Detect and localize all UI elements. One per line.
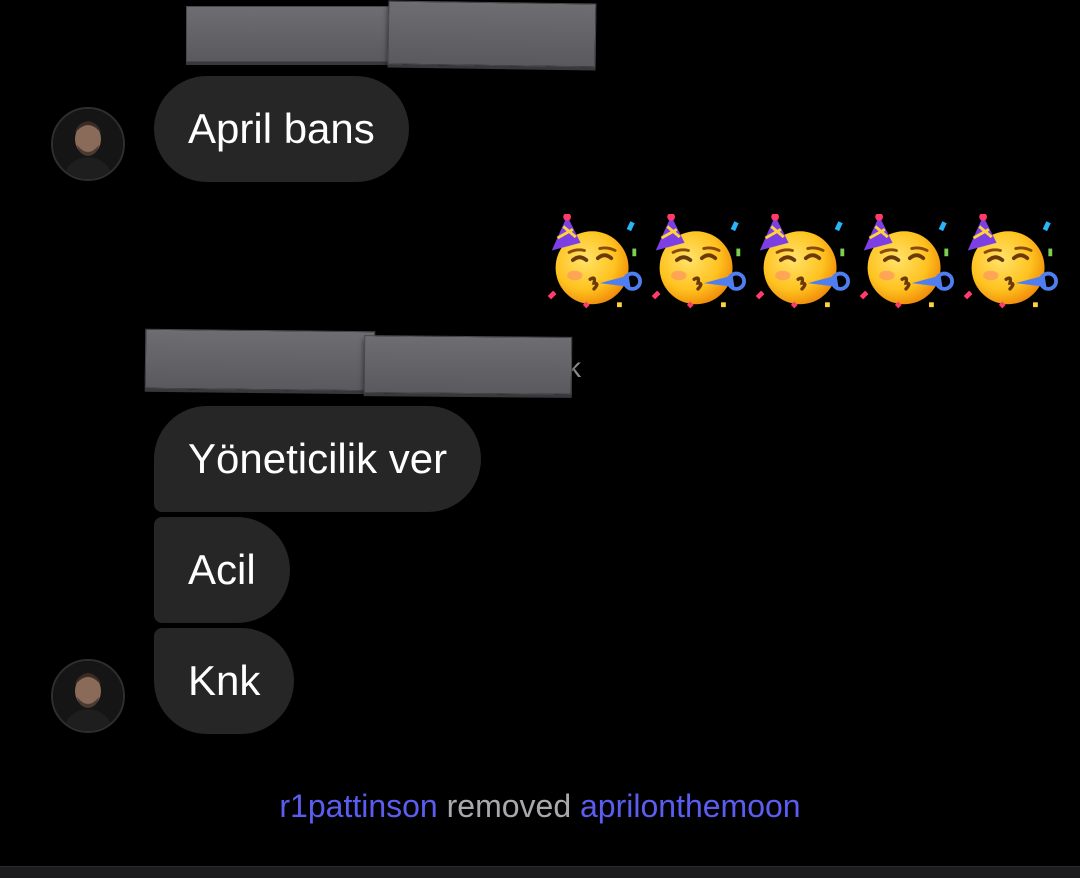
redacted-sender-mid-a xyxy=(144,328,376,392)
partying-face-icon xyxy=(963,214,1058,309)
message-bubble[interactable]: April bans xyxy=(154,76,409,182)
composer-bar-edge xyxy=(0,866,1080,878)
avatar-photo-icon xyxy=(53,109,123,179)
redacted-sender-mid-b xyxy=(363,335,573,395)
partying-face-icon xyxy=(859,214,954,309)
sender-avatar[interactable] xyxy=(51,107,125,181)
actor-username-link[interactable]: r1pattinson xyxy=(279,788,437,824)
partying-face-icon xyxy=(547,214,642,309)
avatar-photo-icon xyxy=(53,661,123,731)
message-text: Acil xyxy=(188,546,256,593)
message-bubble[interactable]: Yöneticilik ver xyxy=(154,406,482,512)
target-username-link[interactable]: aprilonthemoon xyxy=(580,788,801,824)
sender-avatar[interactable] xyxy=(51,659,125,733)
message-bubble[interactable]: Acil xyxy=(154,517,290,623)
redacted-sender-top-a xyxy=(186,6,392,62)
partying-face-icon xyxy=(755,214,850,309)
partying-face-icon xyxy=(651,214,746,309)
system-message: r1pattinson removed aprilonthemoon xyxy=(0,788,1080,825)
message-text: April bans xyxy=(188,105,375,152)
redacted-sender-top-b xyxy=(387,0,597,68)
message-bubble[interactable]: Knk xyxy=(154,628,295,734)
system-action-text: removed xyxy=(446,788,572,824)
message-text: Knk xyxy=(188,657,261,704)
emoji-message[interactable] xyxy=(546,214,1058,310)
message-text: Yöneticilik ver xyxy=(188,435,448,482)
